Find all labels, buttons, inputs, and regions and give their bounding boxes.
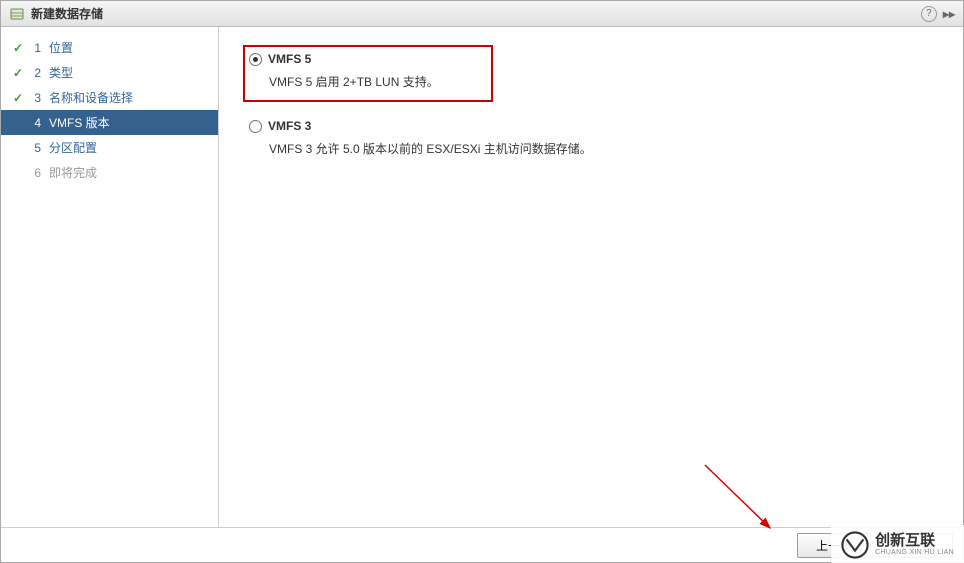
- watermark-logo-icon: [841, 531, 869, 559]
- step-number: 6: [25, 166, 41, 180]
- option-description: VMFS 3 允许 5.0 版本以前的 ESX/ESXi 主机访问数据存储。: [269, 136, 933, 165]
- step-label: VMFS 版本: [49, 114, 110, 131]
- step-number: 1: [25, 41, 41, 55]
- step-number: 5: [25, 141, 41, 155]
- step-number: 4: [25, 116, 41, 130]
- step-label: 分区配置: [49, 139, 97, 156]
- dialog-body: ✓ 1 位置 ✓ 2 类型 ✓ 3 名称和设备选择 ✓ 4 VMFS 版本 ✓: [1, 27, 963, 527]
- dialog-title: 新建数据存储: [31, 5, 921, 22]
- watermark-cn: 创新互联: [875, 533, 954, 550]
- help-icon[interactable]: ?: [921, 6, 937, 22]
- option-vmfs5: VMFS 5 VMFS 5 启用 2+TB LUN 支持。: [243, 45, 493, 102]
- option-row[interactable]: VMFS 3: [249, 116, 933, 136]
- header-actions: ? ▸▸: [921, 6, 955, 22]
- check-icon: ✓: [11, 41, 25, 55]
- step-vmfs-version[interactable]: ✓ 4 VMFS 版本: [1, 110, 218, 135]
- step-label: 即将完成: [49, 164, 97, 181]
- check-icon: ✓: [11, 91, 25, 105]
- step-label: 位置: [49, 39, 73, 56]
- step-ready: ✓ 6 即将完成: [1, 160, 218, 185]
- option-row[interactable]: VMFS 5: [249, 49, 487, 69]
- step-label: 类型: [49, 64, 73, 81]
- option-description: VMFS 5 启用 2+TB LUN 支持。: [269, 69, 487, 98]
- step-partition[interactable]: ✓ 5 分区配置: [1, 135, 218, 160]
- radio-vmfs5[interactable]: [249, 53, 262, 66]
- wizard-content: VMFS 5 VMFS 5 启用 2+TB LUN 支持。 VMFS 3 VMF…: [219, 27, 963, 527]
- watermark: 创新互联 CHUANG XIN HU LIAN: [831, 525, 964, 563]
- dialog-footer: 上一步 下一步: [1, 527, 963, 562]
- watermark-text: 创新互联 CHUANG XIN HU LIAN: [875, 533, 954, 557]
- watermark-en: CHUANG XIN HU LIAN: [875, 549, 954, 557]
- option-vmfs3: VMFS 3 VMFS 3 允许 5.0 版本以前的 ESX/ESXi 主机访问…: [243, 112, 939, 169]
- check-icon: ✓: [11, 66, 25, 80]
- option-label: VMFS 3: [268, 119, 311, 133]
- step-number: 2: [25, 66, 41, 80]
- dialog: 新建数据存储 ? ▸▸ ✓ 1 位置 ✓ 2 类型 ✓ 3 名称和设备选择: [0, 0, 964, 563]
- dialog-header: 新建数据存储 ? ▸▸: [1, 1, 963, 27]
- datastore-icon: [9, 6, 25, 22]
- step-label: 名称和设备选择: [49, 89, 133, 106]
- step-type[interactable]: ✓ 2 类型: [1, 60, 218, 85]
- option-label: VMFS 5: [268, 52, 311, 66]
- expand-icon[interactable]: ▸▸: [943, 7, 955, 21]
- radio-vmfs3[interactable]: [249, 120, 262, 133]
- step-number: 3: [25, 91, 41, 105]
- wizard-sidebar: ✓ 1 位置 ✓ 2 类型 ✓ 3 名称和设备选择 ✓ 4 VMFS 版本 ✓: [1, 27, 219, 527]
- step-name-device[interactable]: ✓ 3 名称和设备选择: [1, 85, 218, 110]
- step-location[interactable]: ✓ 1 位置: [1, 35, 218, 60]
